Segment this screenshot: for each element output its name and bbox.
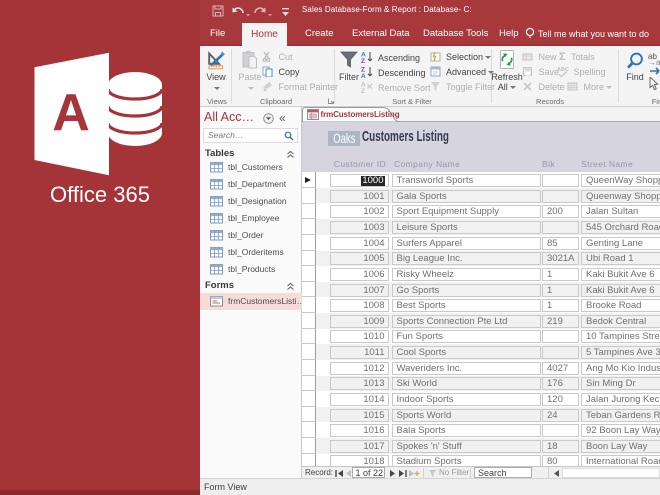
svg-text:A: A [52,84,90,142]
svg-text:A: A [361,73,366,78]
svg-text:Z: Z [361,58,365,63]
svg-text:Z: Z [361,88,365,93]
